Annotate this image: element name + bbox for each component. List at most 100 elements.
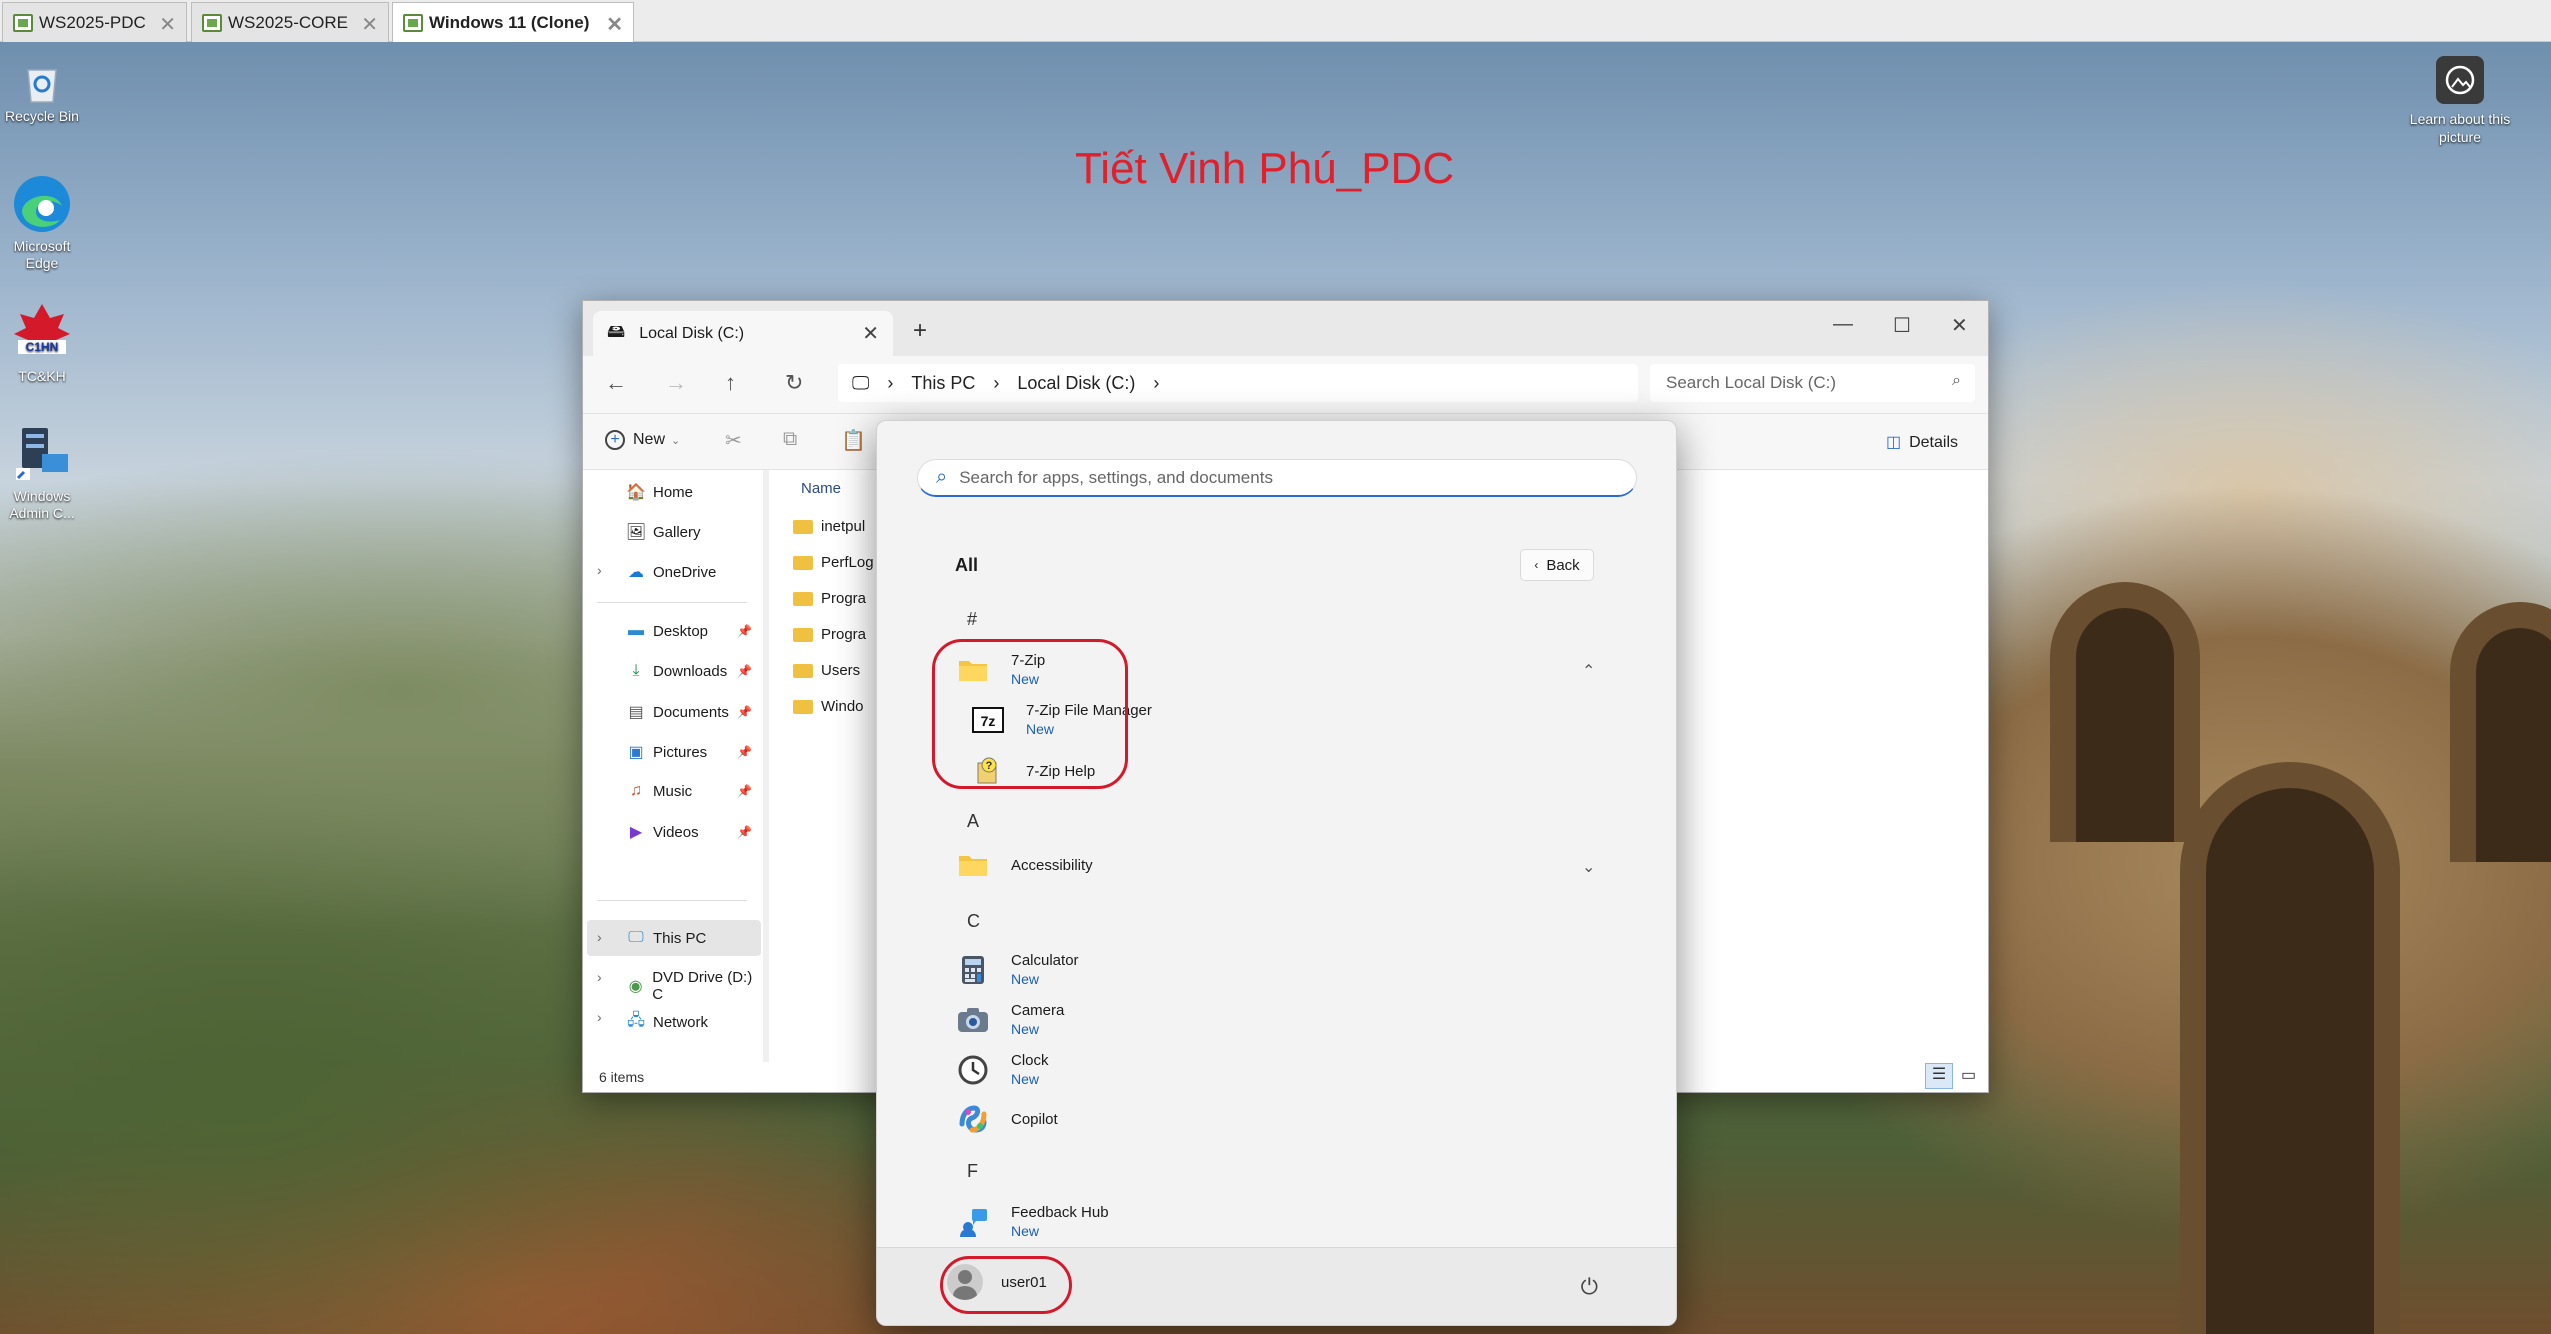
edge-icon — [14, 176, 70, 232]
breadcrumb-this-pc[interactable]: This PC — [911, 373, 975, 394]
recycle-bin-icon — [27, 69, 57, 103]
sidebar-item-network[interactable]: 🖧 Network — [625, 1009, 708, 1036]
details-label: Details — [1909, 434, 1958, 451]
maximize-button[interactable]: ☐ — [1893, 313, 1911, 338]
start-search-input[interactable]: ⌕ Search for apps, settings, and documen… — [917, 459, 1637, 497]
wallpaper-watermark-text: Tiết Vinh Phú_PDC — [1075, 144, 1455, 193]
vm-tab-label: Windows 11 (Clone) — [429, 12, 590, 32]
chevron-down-icon[interactable]: ⌄ — [1582, 857, 1595, 877]
new-button[interactable]: + New ⌄ — [605, 430, 680, 450]
learn-about-picture[interactable]: Learn about this picture — [2400, 56, 2520, 146]
chevron-up-icon[interactable]: ⌃ — [1582, 661, 1595, 681]
close-icon[interactable]: ✕ — [361, 12, 378, 37]
explorer-search-input[interactable]: Search Local Disk (C:) ⌕ — [1650, 364, 1975, 402]
sidebar-item-dvd-drive[interactable]: ◉ DVD Drive (D:) C — [625, 969, 763, 1003]
new-badge: New — [1011, 1223, 1040, 1239]
search-icon: ⌕ — [1952, 372, 1961, 389]
desktop-icon-microsoft-edge[interactable]: Microsoft Edge — [2, 174, 82, 272]
vm-icon — [202, 13, 222, 32]
section-letter-hash[interactable]: # — [967, 609, 977, 630]
minimize-button[interactable]: — — [1833, 313, 1853, 336]
chevron-right-icon[interactable]: › — [597, 1009, 602, 1025]
vm-tab-ws2025-pdc[interactable]: WS2025-PDC ✕ — [2, 2, 187, 42]
cut-icon[interactable]: ✂ — [725, 428, 742, 453]
up-arrow-icon[interactable]: ↑ — [725, 370, 736, 396]
address-bar[interactable]: 🖵 › This PC › Local Disk (C:) › — [838, 364, 1638, 402]
back-arrow-icon[interactable]: ← — [605, 370, 627, 396]
folder-icon — [793, 519, 813, 534]
refresh-icon[interactable]: ↻ — [785, 370, 803, 396]
explorer-navbar: ← → ↑ ↻ 🖵 › This PC › Local Disk (C:) › … — [583, 356, 1988, 414]
sidebar-item-this-pc[interactable]: 🖵 This PC — [625, 929, 706, 947]
desktop-icon-label: TC&KH — [18, 368, 66, 384]
file-name: Progra — [821, 590, 867, 607]
tiles-view-icon[interactable]: ▭ — [1961, 1065, 1976, 1085]
back-label: Back — [1546, 556, 1580, 574]
app-camera[interactable]: Camera New — [957, 1001, 1064, 1038]
section-letter-a[interactable]: A — [967, 811, 979, 832]
details-button[interactable]: ◫ Details — [1886, 432, 1958, 452]
all-apps-heading: All — [955, 555, 979, 575]
list-item[interactable]: PerfLog — [793, 554, 874, 571]
app-name: Clock — [1011, 1052, 1049, 1069]
app-feedback-hub[interactable]: Feedback Hub New — [957, 1203, 1109, 1240]
windows-admin-center-icon — [16, 428, 68, 480]
app-name: Accessibility — [1011, 856, 1093, 874]
power-icon[interactable]: ⏻ — [1581, 1274, 1598, 1300]
column-header-name[interactable]: Name — [801, 480, 841, 497]
details-pane-icon: ◫ — [1885, 434, 1902, 451]
dvd-drive-icon: ◉ — [628, 978, 643, 995]
app-clock[interactable]: Clock New — [957, 1051, 1049, 1088]
back-button[interactable]: ‹ Back — [1520, 549, 1594, 581]
breadcrumb-local-disk[interactable]: Local Disk (C:) — [1017, 373, 1135, 394]
desktop-icon-tc-kh[interactable]: C1HN TC&KH — [2, 300, 82, 385]
section-letter-c[interactable]: C — [967, 911, 980, 932]
folder-icon — [793, 555, 813, 570]
search-icon: ⌕ — [936, 466, 948, 488]
desktop-icon-recycle-bin[interactable]: Recycle Bin — [2, 60, 82, 125]
explorer-tab[interactable]: 🖴 Local Disk (C:) ✕ — [593, 311, 893, 356]
new-tab-button[interactable]: + — [913, 317, 927, 345]
new-button-label: New — [633, 431, 666, 448]
close-icon[interactable]: ✕ — [159, 12, 176, 37]
chevron-right-icon[interactable]: › — [597, 969, 602, 985]
highlight-annotation — [932, 639, 1128, 789]
chevron-right-icon[interactable]: › — [597, 929, 602, 945]
new-badge: New — [1011, 1071, 1040, 1087]
bridge-arch — [2450, 602, 2551, 862]
copy-icon[interactable]: ⧉ — [783, 428, 797, 451]
details-view-icon[interactable]: ☰ — [1925, 1063, 1953, 1089]
highlight-annotation — [940, 1256, 1072, 1314]
list-item[interactable]: Users — [793, 662, 860, 679]
clock-icon — [957, 1054, 989, 1086]
folder-icon — [793, 699, 813, 714]
app-accessibility-folder[interactable]: Accessibility — [957, 849, 1093, 881]
list-item[interactable]: inetpul — [793, 518, 865, 535]
close-icon[interactable]: ✕ — [862, 321, 879, 346]
desktop-icon-label: Windows Admin C... — [9, 488, 75, 521]
vm-tab-ws2025-core[interactable]: WS2025-CORE ✕ — [191, 2, 389, 42]
vm-tab-windows-11-clone[interactable]: Windows 11 (Clone) ✕ — [392, 2, 634, 42]
vm-tab-bar: WS2025-PDC ✕ WS2025-CORE ✕ Windows 11 (C… — [0, 0, 2551, 42]
new-badge: New — [1011, 971, 1040, 987]
list-item[interactable]: Progra — [793, 590, 866, 607]
forward-arrow-icon[interactable]: → — [665, 370, 687, 396]
file-name: PerfLog — [821, 554, 874, 571]
list-item[interactable]: Progra — [793, 626, 866, 643]
new-badge: New — [1011, 1021, 1040, 1037]
file-name: Users — [821, 662, 861, 679]
paste-icon[interactable]: 📋 — [841, 428, 866, 453]
app-calculator[interactable]: Calculator New — [957, 951, 1079, 988]
desktop-icon-windows-admin-center[interactable]: Windows Admin C... — [2, 424, 82, 522]
bridge-arch — [2050, 582, 2200, 842]
list-item[interactable]: Windo — [793, 698, 864, 715]
close-icon[interactable]: ✕ — [606, 12, 623, 37]
breadcrumb-separator-icon: › — [1153, 372, 1160, 393]
close-window-button[interactable]: ✕ — [1951, 313, 1968, 338]
chevron-down-icon: ⌄ — [671, 434, 681, 447]
network-icon: 🖧 — [627, 1012, 645, 1029]
section-letter-f[interactable]: F — [967, 1161, 978, 1182]
chevron-left-icon: ‹ — [1534, 558, 1539, 572]
app-copilot[interactable]: Copilot — [957, 1103, 1058, 1135]
app-name: Camera — [1011, 1002, 1065, 1019]
